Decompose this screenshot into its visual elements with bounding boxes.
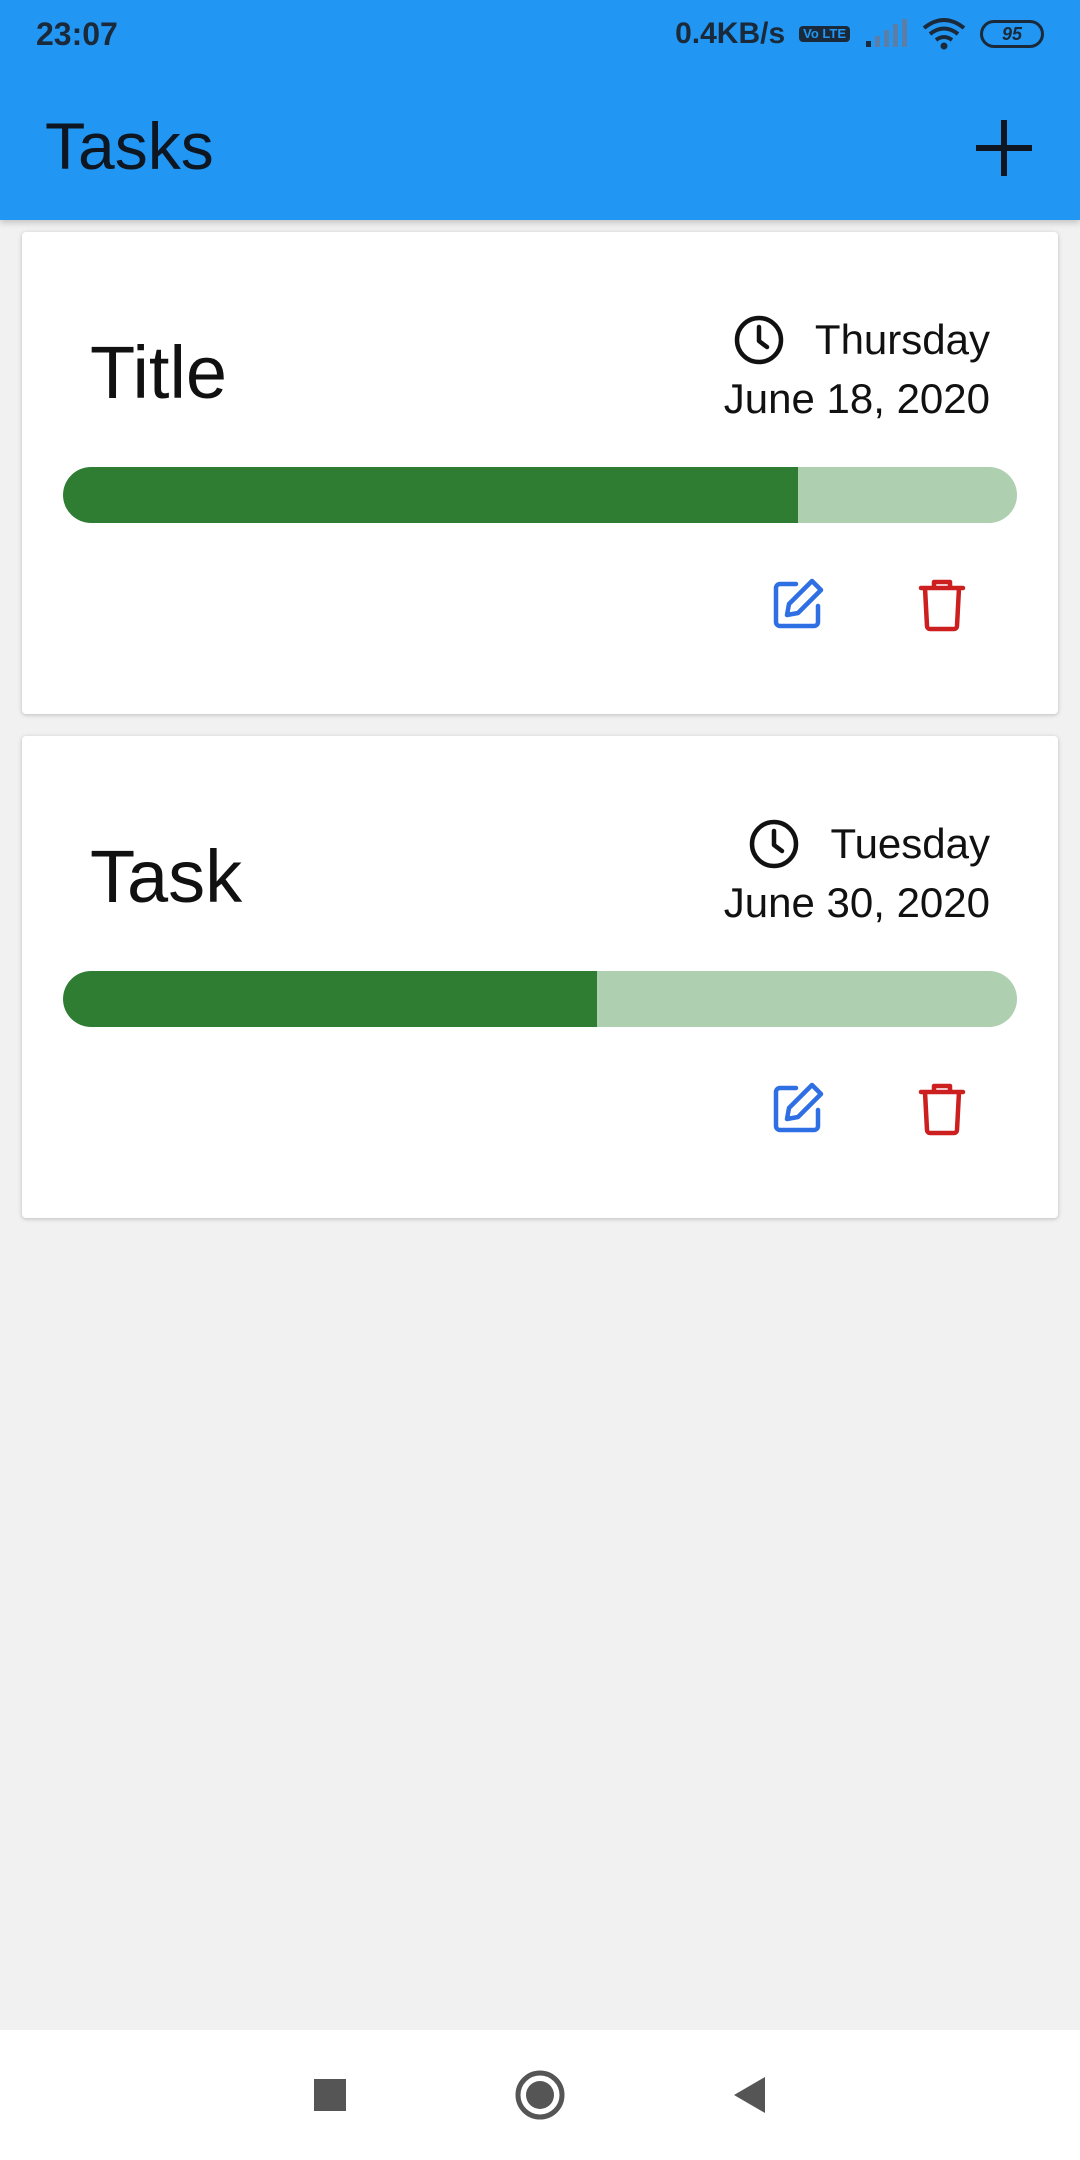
add-task-button[interactable] [964,108,1044,188]
wifi-icon [922,18,966,50]
square-icon [314,2079,346,2111]
task-progress-fill [63,467,798,523]
back-button[interactable] [715,2060,785,2130]
back-triangle-icon [734,2077,765,2113]
task-actions [768,1078,972,1138]
task-list: Title Thursday June 18, 2020 Task Tuesda… [22,232,1058,1240]
task-progress-bar [63,467,1017,523]
task-date-block: Tuesday June 30, 2020 [724,814,990,932]
task-title: Title [90,331,228,414]
battery-icon: 95 [980,20,1044,48]
app-bar: 23:07 0.4KB/s Vo LTE 95 Tasks [0,0,1080,220]
status-bar: 23:07 0.4KB/s Vo LTE 95 [0,0,1080,68]
edit-icon [773,578,824,629]
task-card[interactable]: Task Tuesday June 30, 2020 [22,736,1058,1218]
network-speed: 0.4KB/s [675,17,786,50]
clock-icon [750,819,799,869]
task-day: Tuesday [830,820,990,867]
edit-button[interactable] [768,574,828,634]
task-title: Task [90,835,243,918]
edit-icon [773,1082,824,1133]
task-actions [768,574,972,634]
trash-icon [918,1083,966,1136]
signal-icon [866,19,907,47]
delete-button[interactable] [912,574,972,634]
circle-icon [515,2070,565,2120]
status-icons: 0.4KB/s Vo LTE 95 [675,17,1044,51]
page-title: Tasks [45,109,214,183]
home-button[interactable] [505,2060,575,2130]
edit-button[interactable] [768,1078,828,1138]
volte-icon: Vo LTE [799,26,850,42]
clock-icon [734,315,784,365]
plus-icon [976,120,1032,176]
task-card[interactable]: Title Thursday June 18, 2020 [22,232,1058,714]
task-day: Thursday [814,316,990,363]
delete-button[interactable] [912,1078,972,1138]
status-time: 23:07 [36,15,118,52]
task-progress-bar [63,971,1017,1027]
system-nav-bar [0,2030,1080,2160]
task-date-block: Thursday June 18, 2020 [724,310,990,428]
battery-level: 95 [1001,23,1023,44]
recents-button[interactable] [295,2060,365,2130]
task-date: June 30, 2020 [723,879,990,926]
task-date: June 18, 2020 [723,375,990,422]
trash-icon [918,579,966,632]
task-progress-fill [63,971,598,1027]
